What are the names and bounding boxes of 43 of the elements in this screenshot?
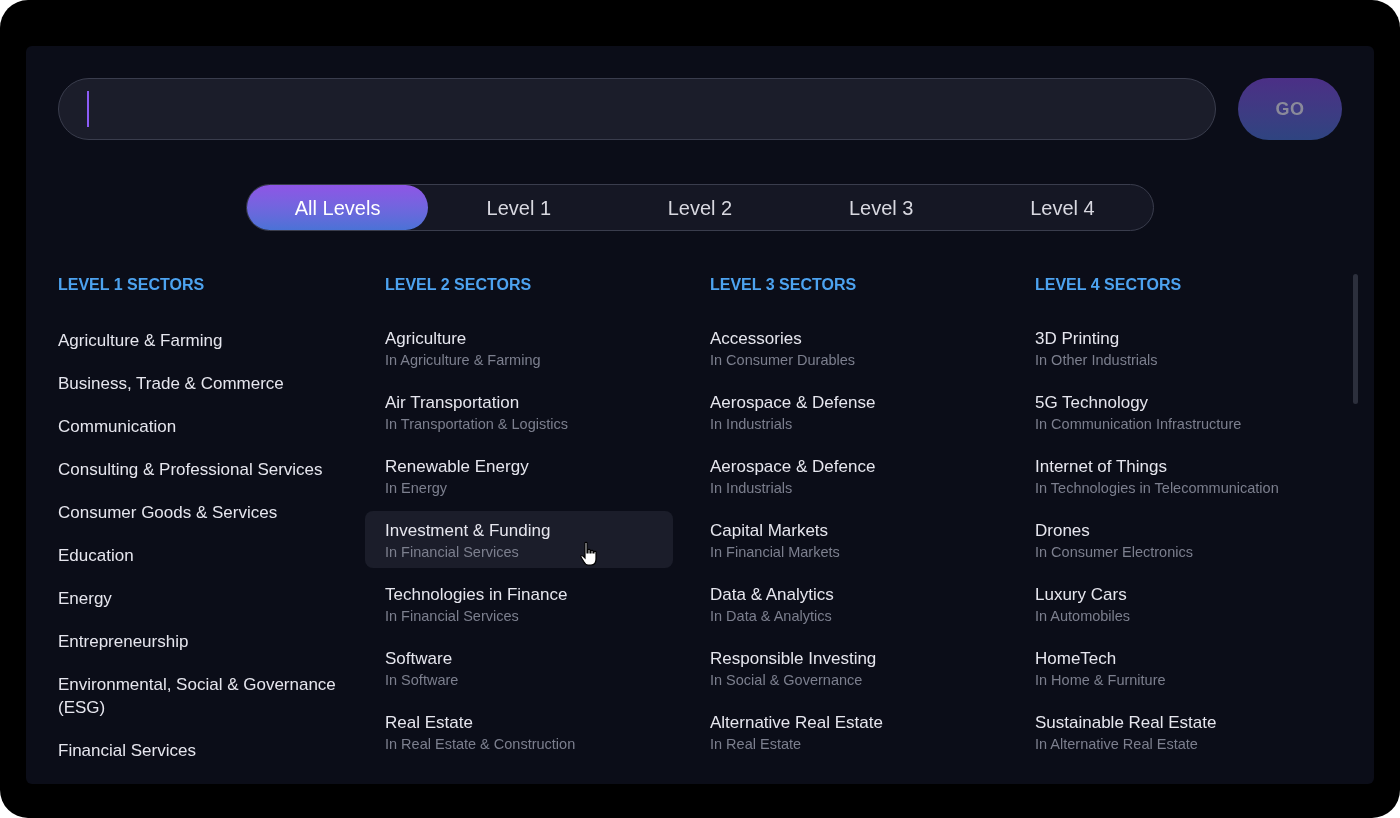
sector-item[interactable]: Data & Analytics In Data & Analytics (690, 575, 998, 632)
column-heading: LEVEL 3 SECTORS (710, 275, 857, 295)
sector-item[interactable]: Business, Trade & Commerce (58, 362, 348, 405)
text-cursor (87, 91, 89, 127)
sector-item[interactable]: Sustainable Real Estate In Alternative Real Estate (1015, 703, 1323, 760)
sector-item[interactable]: Technologies in Finance In Financial Services (365, 575, 673, 632)
sector-item[interactable]: Luxury Cars In Automobiles (1015, 575, 1323, 632)
sector-item[interactable]: Air Transportation In Transportation & Logistics (365, 383, 673, 440)
sector-item[interactable]: Internet of Things In Technologies in Telecommunication (1015, 447, 1323, 504)
level-tab[interactable]: Level 4 (971, 185, 1153, 230)
sector-item[interactable]: 5G Technology In Communication Infrastructure (1015, 383, 1323, 440)
sector-item[interactable]: Aerospace & Defence In Industrials (690, 447, 998, 504)
sector-item[interactable]: Capital Markets In Financial Markets (690, 511, 998, 568)
hand-cursor-icon (579, 541, 599, 567)
sector-item[interactable]: Consumer Goods & Services (58, 491, 348, 534)
level-tab[interactable]: All Levels (247, 185, 429, 230)
level-tab[interactable]: Level 2 (609, 185, 791, 230)
column-heading: LEVEL 4 SECTORS (1035, 275, 1182, 295)
level-tab[interactable]: Level 3 (790, 185, 972, 230)
sector-item[interactable]: Real Estate In Real Estate & Construction (365, 703, 673, 760)
sector-item[interactable]: Renewable Energy In Energy (365, 447, 673, 504)
sector-item[interactable]: Software In Software (365, 639, 673, 696)
sector-item[interactable]: Aerospace & Defense In Industrials (690, 383, 998, 440)
sector-item[interactable]: Alternative Real Estate In Real Estate (690, 703, 998, 760)
column-heading: LEVEL 1 SECTORS (58, 275, 205, 295)
sector-item[interactable]: Investment & Funding In Financial Services (365, 511, 673, 568)
sector-item[interactable]: HomeTech In Home & Furniture (1015, 639, 1323, 696)
sector-item[interactable]: Communication (58, 405, 348, 448)
sector-item[interactable]: Entrepreneurship (58, 620, 348, 663)
level-tab[interactable]: Level 1 (428, 185, 610, 230)
sector-item[interactable]: Consulting & Professional Services (58, 448, 348, 491)
sector-item[interactable]: Accessories In Consumer Durables (690, 319, 998, 376)
sector-item[interactable]: Financial Services (58, 729, 348, 772)
sector-item[interactable]: Energy (58, 577, 348, 620)
sector-item[interactable]: Education (58, 534, 348, 577)
sector-item[interactable]: Responsible Investing In Social & Governance (690, 639, 998, 696)
sector-item[interactable]: 3D Printing In Other Industrials (1015, 319, 1323, 376)
scrollbar[interactable] (1353, 274, 1358, 404)
column-heading: LEVEL 2 SECTORS (385, 275, 532, 295)
sector-item[interactable]: Agriculture In Agriculture & Farming (365, 319, 673, 376)
sector-item[interactable]: Environmental, Social & Governance (ESG) (58, 663, 348, 729)
sector-item[interactable]: Drones In Consumer Electronics (1015, 511, 1323, 568)
sector-item[interactable]: Agriculture & Farming (58, 319, 348, 362)
